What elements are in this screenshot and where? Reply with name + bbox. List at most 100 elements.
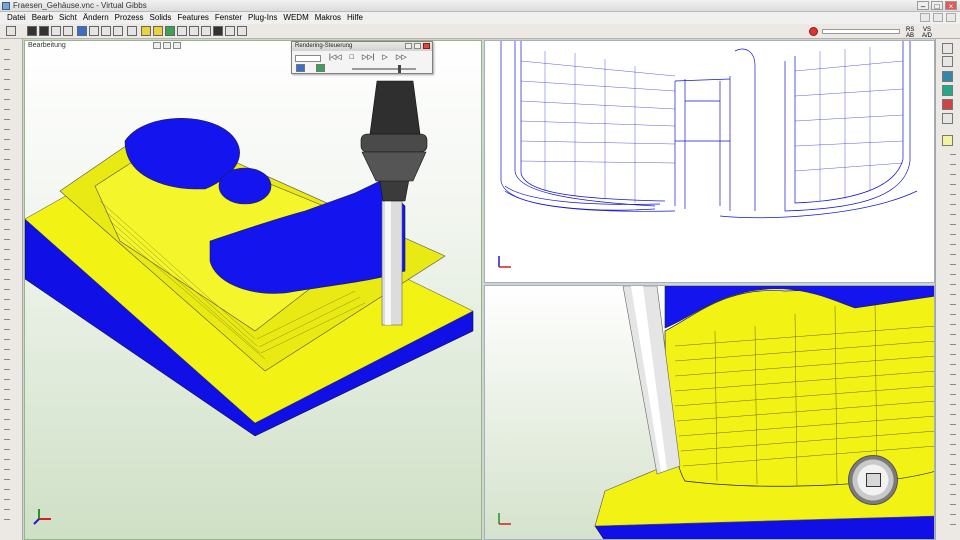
ruler-tick — [950, 244, 956, 245]
menu-makros[interactable]: Makros — [312, 12, 344, 24]
render-fast-button[interactable]: ▷▷ — [396, 54, 407, 62]
ruler-tick — [4, 359, 10, 360]
ruler-tick — [950, 154, 956, 155]
ruler-tick — [4, 69, 10, 70]
view-iso-icon[interactable] — [77, 26, 87, 36]
render-control-help-icon[interactable] — [405, 43, 412, 49]
menu-wedm[interactable]: WEDM — [280, 12, 311, 24]
left-ruler-palette — [0, 39, 23, 540]
menu-sicht[interactable]: Sicht — [56, 12, 80, 24]
ruler-tick — [4, 349, 10, 350]
ruler-tick — [4, 299, 10, 300]
menu-bearb[interactable]: Bearb — [29, 12, 56, 24]
view-front-icon[interactable] — [101, 26, 111, 36]
solid-icon[interactable] — [141, 26, 151, 36]
render-speed-thumb[interactable] — [398, 65, 401, 73]
ruler-tick — [4, 279, 10, 280]
ruler-tick — [950, 494, 956, 495]
ruler-tick — [4, 179, 10, 180]
stop-icon[interactable] — [809, 27, 818, 36]
axis-triad-icon-tr — [498, 256, 511, 268]
view-shaded-icon[interactable] — [27, 26, 37, 36]
render-icon[interactable] — [201, 26, 211, 36]
ruler-tick — [4, 429, 10, 430]
palette-view-icon[interactable] — [942, 71, 953, 82]
ruler-tick — [950, 294, 956, 295]
app-window: Fraesen_Gehäuse.vnc - Virtual Gibbs – □ … — [0, 0, 960, 540]
zoom-icon[interactable] — [127, 26, 137, 36]
ruler-tick — [4, 259, 10, 260]
ruler-tick — [4, 289, 10, 290]
doc-close-icon[interactable] — [946, 13, 956, 22]
palette-measure-icon[interactable] — [942, 113, 953, 124]
ruler-tick — [4, 519, 10, 520]
render-control-close-icon[interactable] — [423, 43, 430, 49]
ruler-tick — [4, 459, 10, 460]
menu-aendern[interactable]: Ändern — [80, 12, 112, 24]
ruler-tick — [4, 229, 10, 230]
doc-restore-icon[interactable] — [933, 13, 943, 22]
print-icon[interactable] — [225, 26, 235, 36]
ruler-tick — [950, 474, 956, 475]
render-end-button[interactable]: ▷▷| — [362, 54, 375, 62]
doc-minimize-icon[interactable] — [920, 13, 930, 22]
ruler-tick — [4, 209, 10, 210]
ruler-tick — [950, 444, 956, 445]
viewport-left[interactable]: Bearbeitung — [24, 40, 482, 540]
ruler-tick — [4, 489, 10, 490]
render-step-field[interactable] — [295, 54, 321, 62]
grid-icon[interactable] — [6, 26, 16, 36]
palette-add-icon[interactable] — [942, 135, 953, 146]
fixture-icon[interactable] — [165, 26, 175, 36]
palette-shape-icon[interactable] — [942, 85, 953, 96]
view-single-icon[interactable] — [51, 26, 61, 36]
ruler-tick — [950, 524, 956, 525]
view-top-icon[interactable] — [89, 26, 99, 36]
axis-triad-icon — [33, 509, 51, 525]
ruler-tick — [4, 149, 10, 150]
view-cube-icon[interactable] — [866, 473, 881, 487]
ruler-tick — [950, 264, 956, 265]
ruler-tick — [950, 224, 956, 225]
toolpath-icon[interactable] — [189, 26, 199, 36]
render-play-button[interactable]: ▷ — [382, 54, 387, 62]
ruler-tick — [4, 409, 10, 410]
cut-icon[interactable] — [213, 26, 223, 36]
minimize-button[interactable]: – — [917, 1, 929, 11]
save-icon[interactable] — [237, 26, 247, 36]
palette-select-icon[interactable] — [942, 56, 953, 67]
render-stock-icon[interactable] — [316, 64, 325, 72]
palette-color-icon[interactable] — [942, 99, 953, 110]
ruler-tick — [950, 424, 956, 425]
ruler-tick — [950, 354, 956, 355]
palette-cursor-icon[interactable] — [942, 43, 953, 54]
menu-fenster[interactable]: Fenster — [212, 12, 245, 24]
menu-solids[interactable]: Solids — [147, 12, 175, 24]
menu-features[interactable]: Features — [174, 12, 212, 24]
render-speed-slider[interactable] — [352, 65, 416, 73]
ruler-tick — [4, 159, 10, 160]
view-wire-icon[interactable] — [39, 26, 49, 36]
menu-prozess[interactable]: Prozess — [112, 12, 147, 24]
menu-datei[interactable]: Datei — [4, 12, 29, 24]
maximize-button[interactable]: □ — [931, 1, 943, 11]
stock-icon[interactable] — [153, 26, 163, 36]
render-control-max-icon[interactable] — [414, 43, 421, 49]
view-split-icon[interactable] — [63, 26, 73, 36]
view-side-icon[interactable] — [113, 26, 123, 36]
menu-hilfe[interactable]: Hilfe — [344, 12, 366, 24]
render-tool-icon[interactable] — [296, 64, 305, 72]
menu-plugins[interactable]: Plug-Ins — [245, 12, 280, 24]
close-button[interactable]: × — [945, 1, 957, 11]
ruler-tick — [4, 219, 10, 220]
render-control-window[interactable]: Rendering-Steuerung |◁◁ □ ▷▷| ▷ ▷▷ — [291, 41, 433, 74]
viewport-top-right[interactable] — [484, 40, 935, 283]
ruler-tick — [4, 199, 10, 200]
render-rewind-button[interactable]: |◁◁ — [329, 54, 342, 62]
view-compass[interactable] — [848, 455, 898, 505]
render-stop-button[interactable]: □ — [350, 54, 354, 62]
ruler-tick — [4, 189, 10, 190]
ruler-tick — [950, 384, 956, 385]
ruler-tick — [950, 184, 956, 185]
tool-icon[interactable] — [177, 26, 187, 36]
